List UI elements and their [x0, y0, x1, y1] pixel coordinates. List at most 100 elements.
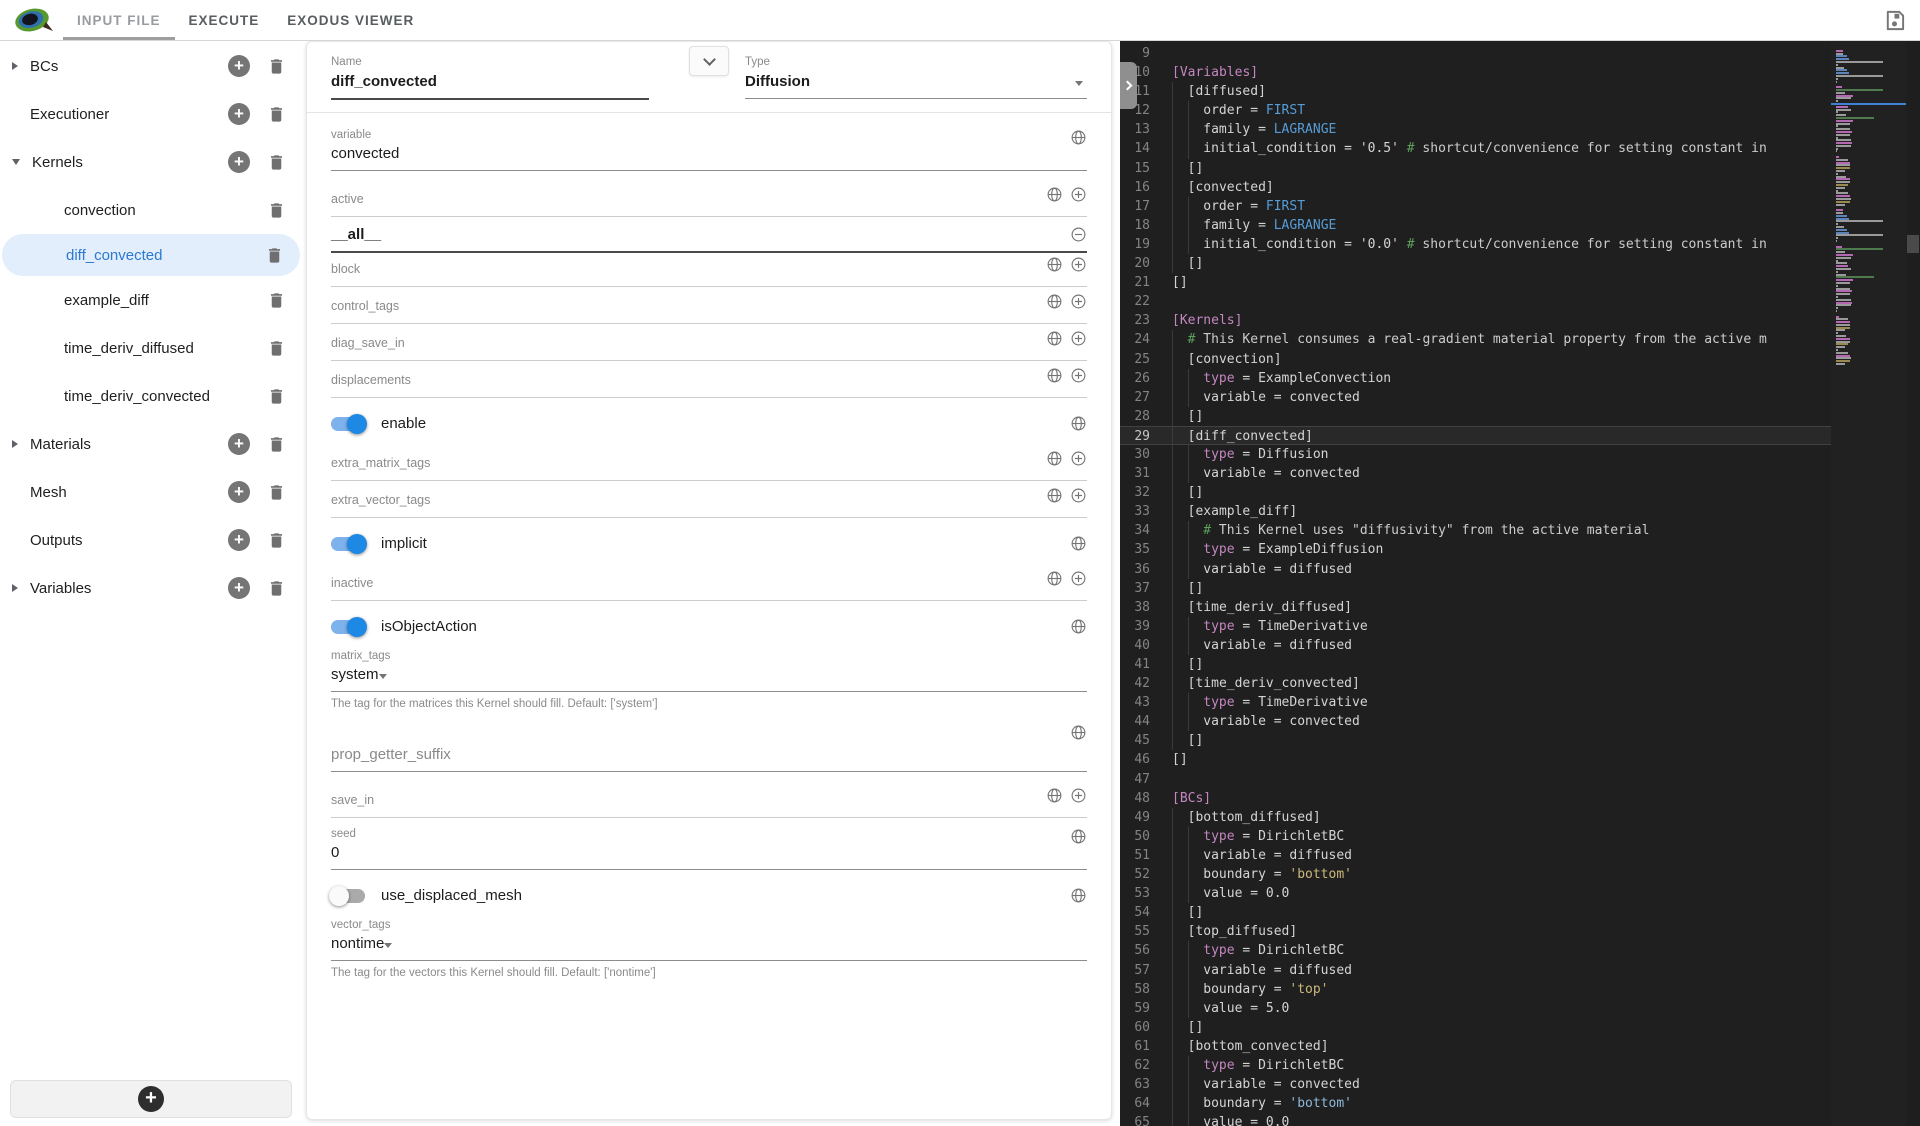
is-object-action-toggle[interactable]	[331, 616, 367, 637]
code-line[interactable]: 50 type = DirichletBC	[1120, 826, 1832, 846]
code-line[interactable]: 43 type = TimeDerivative	[1120, 693, 1832, 713]
expand-icon[interactable]	[12, 584, 18, 592]
code-line[interactable]: 23 [Kernels]	[1120, 311, 1832, 330]
code-line[interactable]: 34 # This Kernel uses "diffusivity" from …	[1120, 521, 1832, 541]
code-line[interactable]: 51 variable = diffused	[1120, 845, 1832, 866]
code-line[interactable]: 61 [bottom_convected]	[1120, 1036, 1832, 1056]
code-line[interactable]: 45[]	[1120, 731, 1832, 751]
editor-scrollbar[interactable]	[1906, 41, 1920, 1126]
add-child-button[interactable]: +	[228, 529, 250, 551]
code-line[interactable]: 52 boundary = 'bottom'	[1120, 865, 1832, 885]
code-line[interactable]: 12 order = FIRST	[1120, 101, 1832, 121]
add-entry-icon[interactable]	[1070, 367, 1087, 384]
code-line[interactable]: 9	[1120, 44, 1832, 63]
delete-icon[interactable]	[267, 483, 286, 502]
implicit-toggle[interactable]	[331, 533, 367, 554]
code-line[interactable]: 28[]	[1120, 406, 1832, 426]
code-line[interactable]: 22	[1120, 292, 1832, 311]
delete-icon[interactable]	[267, 339, 286, 358]
sidebar-item-time-deriv-convected[interactable]: time_deriv_convected	[0, 372, 302, 420]
globe-icon[interactable]	[1046, 293, 1063, 310]
code-line[interactable]: 46[]	[1120, 750, 1832, 769]
code-line[interactable]: 58 boundary = 'top'	[1120, 979, 1832, 999]
sidebar-item-example-diff[interactable]: example_diff	[0, 276, 302, 324]
add-child-button[interactable]: +	[228, 433, 250, 455]
sidebar-item-mesh[interactable]: Mesh +	[0, 468, 302, 516]
add-entry-icon[interactable]	[1070, 450, 1087, 467]
code-line[interactable]: 38 [time_deriv_diffused]	[1120, 597, 1832, 617]
expand-form-handle[interactable]	[1120, 62, 1137, 109]
globe-icon[interactable]	[1046, 450, 1063, 467]
code-line[interactable]: 26 type = ExampleConvection	[1120, 368, 1832, 388]
code-line[interactable]: 30 type = Diffusion	[1120, 444, 1832, 465]
add-entry-icon[interactable]	[1070, 330, 1087, 347]
delete-icon[interactable]	[267, 201, 286, 220]
add-child-button[interactable]: +	[228, 151, 250, 173]
code-area[interactable]: 9 10 [Variables] 11 [diffused] 12 order = FIRS…	[1120, 44, 1920, 1126]
delete-icon[interactable]	[267, 153, 286, 172]
code-line[interactable]: 14 initial_condition = '0.5' # shortcut/c…	[1120, 139, 1832, 159]
code-line[interactable]: 19 initial_condition = '0.0' # shortcut/c…	[1120, 234, 1832, 255]
add-block-button[interactable]: +	[10, 1080, 292, 1118]
globe-icon[interactable]	[1070, 828, 1087, 845]
code-line[interactable]: 25 [convection]	[1120, 349, 1832, 369]
vector-tags-select[interactable]: nontime	[331, 931, 1087, 961]
code-line[interactable]: 63 variable = convected	[1120, 1075, 1832, 1095]
code-line[interactable]: 44 variable = convected	[1120, 712, 1832, 732]
code-line[interactable]: 36 variable = diffused	[1120, 559, 1832, 579]
code-line[interactable]: 64 boundary = 'bottom'	[1120, 1094, 1832, 1114]
code-line[interactable]: 11 [diffused]	[1120, 82, 1832, 102]
sidebar-item-kernels[interactable]: Kernels +	[0, 138, 302, 186]
globe-icon[interactable]	[1070, 618, 1087, 635]
code-line[interactable]: 53 value = 0.0	[1120, 884, 1832, 904]
code-line[interactable]: 57 variable = diffused	[1120, 960, 1832, 980]
code-line[interactable]: 20[]	[1120, 254, 1832, 274]
sidebar-item-variables[interactable]: Variables +	[0, 564, 302, 612]
remove-entry-icon[interactable]	[1070, 226, 1087, 243]
add-child-button[interactable]: +	[228, 481, 250, 503]
add-entry-icon[interactable]	[1070, 186, 1087, 203]
code-line[interactable]: 17 order = FIRST	[1120, 196, 1832, 216]
code-line[interactable]: 27 variable = convected	[1120, 387, 1832, 407]
add-entry-icon[interactable]	[1070, 256, 1087, 273]
use-displaced-mesh-toggle[interactable]	[329, 885, 365, 906]
add-child-button[interactable]: +	[228, 55, 250, 77]
sidebar-item-bcs[interactable]: BCs +	[0, 42, 302, 90]
code-line[interactable]: 39 type = TimeDerivative	[1120, 616, 1832, 636]
sidebar-item-executioner[interactable]: Executioner +	[0, 90, 302, 138]
code-line[interactable]: 35 type = ExampleDiffusion	[1120, 540, 1832, 560]
code-line[interactable]: 62 type = DirichletBC	[1120, 1055, 1832, 1076]
code-line[interactable]: 55 [top_diffused]	[1120, 922, 1832, 942]
globe-icon[interactable]	[1070, 129, 1087, 146]
scrollbar-thumb[interactable]	[1907, 235, 1919, 253]
code-line[interactable]: 42 [time_deriv_convected]	[1120, 674, 1832, 694]
code-line[interactable]: 21[]	[1120, 273, 1832, 292]
delete-icon[interactable]	[267, 387, 286, 406]
tab-exodus-viewer[interactable]: EXODUS VIEWER	[273, 0, 428, 40]
code-line[interactable]: 48 [BCs]	[1120, 789, 1832, 808]
tab-input-file[interactable]: INPUT FILE	[63, 0, 175, 40]
add-entry-icon[interactable]	[1070, 487, 1087, 504]
add-child-button[interactable]: +	[228, 103, 250, 125]
sidebar-item-materials[interactable]: Materials +	[0, 420, 302, 468]
collapse-panel-button[interactable]	[689, 46, 729, 76]
add-entry-icon[interactable]	[1070, 293, 1087, 310]
minimap[interactable]	[1831, 41, 1906, 1126]
globe-icon[interactable]	[1046, 787, 1063, 804]
code-line[interactable]: 54[]	[1120, 903, 1832, 923]
code-line[interactable]: 10 [Variables]	[1120, 63, 1832, 82]
delete-icon[interactable]	[267, 435, 286, 454]
type-select[interactable]: Diffusion	[745, 68, 1087, 99]
code-line[interactable]: 18 family = LAGRANGE	[1120, 215, 1832, 235]
enable-toggle[interactable]	[331, 413, 367, 434]
globe-icon[interactable]	[1046, 256, 1063, 273]
name-input[interactable]: diff_convected	[331, 68, 649, 100]
sidebar-item-time-deriv-diffused[interactable]: time_deriv_diffused	[0, 324, 302, 372]
delete-icon[interactable]	[267, 57, 286, 76]
code-line[interactable]: 16 [convected]	[1120, 177, 1832, 197]
globe-icon[interactable]	[1046, 330, 1063, 347]
expand-icon[interactable]	[12, 62, 18, 70]
code-line[interactable]: 32[]	[1120, 483, 1832, 503]
add-entry-icon[interactable]	[1070, 570, 1087, 587]
tab-execute[interactable]: EXECUTE	[175, 0, 274, 40]
